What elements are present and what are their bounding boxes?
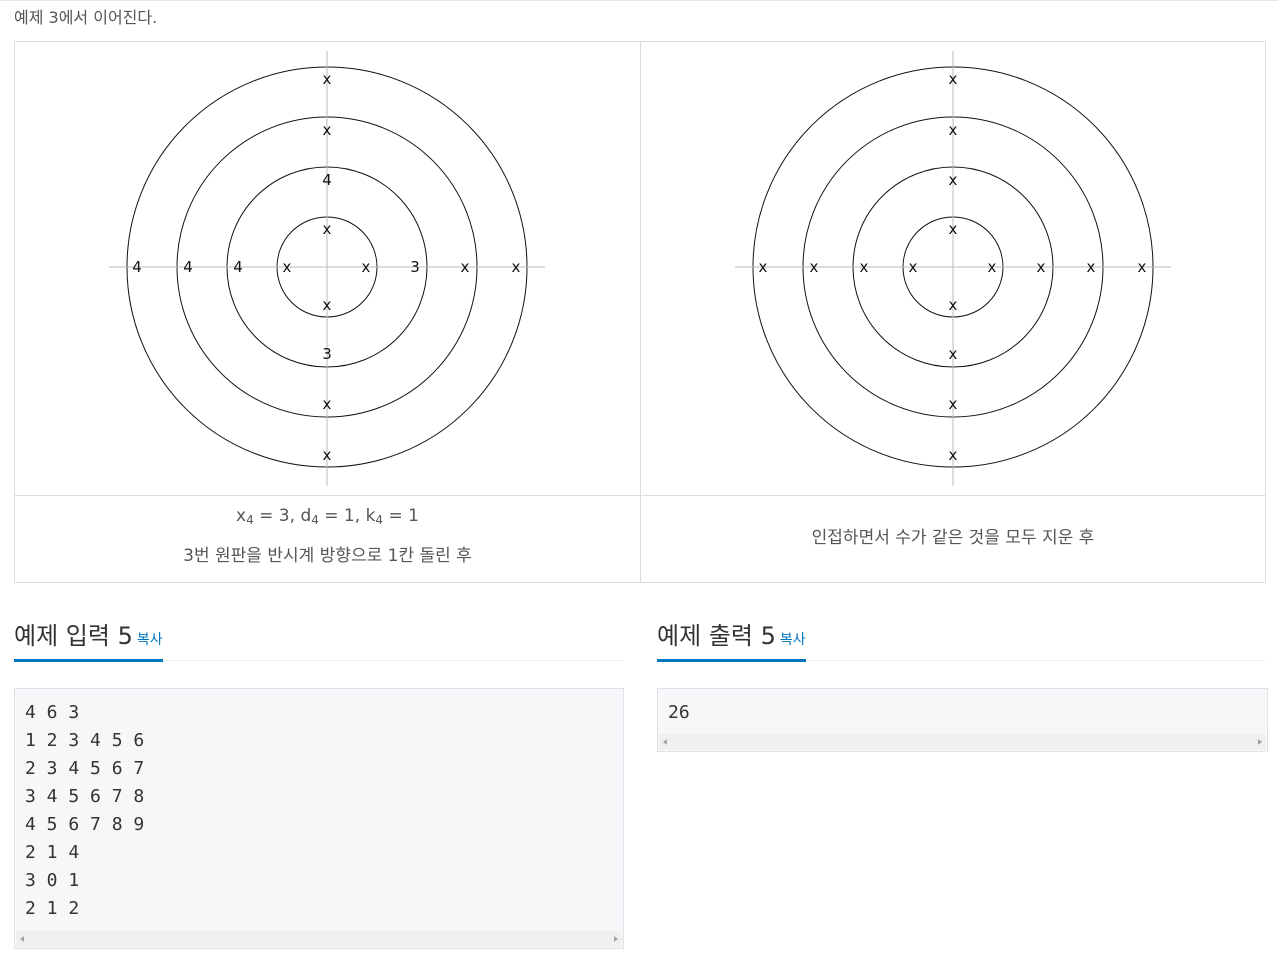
code-line: 3 0 1	[25, 870, 80, 891]
sample-output-title: 예제 출력 5	[657, 622, 776, 650]
header-title-group: 예제 입력 5 복사	[14, 616, 163, 662]
code-line: 1 2 3 4 5 6	[25, 730, 145, 751]
caption-description: 3번 원판을 반시계 방향으로 1칸 돌린 후	[183, 546, 472, 566]
sample-output-box[interactable]: 26	[657, 688, 1268, 752]
disc-value-label: x	[323, 395, 332, 413]
disc-value-label: x	[988, 258, 997, 276]
disc-value-label: x	[909, 258, 918, 276]
figure-cell-before: x 4 x x x 3 x x x 4 4 4 x 3 x x	[15, 42, 641, 495]
disc-figure-after: x x x x x x x x x x x x x x x x	[735, 51, 1171, 486]
disc-value-label: 4	[233, 258, 243, 276]
disc-value-label: x	[949, 296, 958, 314]
copy-output-button[interactable]: 복사	[780, 632, 806, 648]
disc-value-label: x	[362, 258, 371, 276]
code-line: 2 1 2	[25, 898, 80, 919]
caption-formula: x4 = 3, d4 = 1, k4 = 1	[236, 506, 419, 527]
sample-input-box[interactable]: 4 6 3 1 2 3 4 5 6 2 3 4 5 6 7 3 4 5 6 7 …	[14, 688, 624, 949]
disc-value-label: x	[759, 258, 768, 276]
disc-value-label: x	[860, 258, 869, 276]
caption-after: 인접하면서 수가 같은 것을 모두 지운 후	[641, 496, 1265, 583]
caption-row: x4 = 3, d4 = 1, k4 = 1 3번 원판을 반시계 방향으로 1…	[15, 495, 1265, 583]
disc-value-label: 4	[132, 258, 142, 276]
code-line: 26	[668, 702, 690, 723]
code-line: 2 1 4	[25, 842, 80, 863]
disc-value-label: x	[283, 258, 292, 276]
disc-value-label: x	[1037, 258, 1046, 276]
disc-value-label: x	[323, 70, 332, 88]
disc-value-label: x	[1087, 258, 1096, 276]
disc-value-label: 4	[183, 258, 193, 276]
caption-description: 인접하면서 수가 같은 것을 모두 지운 후	[811, 528, 1095, 548]
scroll-right-icon[interactable]	[614, 936, 618, 942]
scroll-left-icon[interactable]	[663, 739, 667, 745]
disc-figure-before: x 4 x x x 3 x x x 4 4 4 x 3 x x	[109, 51, 545, 486]
code-line: 3 4 5 6 7 8	[25, 786, 145, 807]
sample-output-lines: 26	[668, 701, 690, 729]
disc-value-label: x	[949, 220, 958, 238]
horizontal-scrollbar[interactable]	[659, 734, 1266, 750]
figure-table: x 4 x x x 3 x x x 4 4 4 x 3 x x x x x x x x x x x x x x x x x x x4 = 3…	[14, 41, 1266, 583]
disc-value-label: x	[323, 220, 332, 238]
scroll-right-icon[interactable]	[1258, 739, 1262, 745]
code-line: 4 6 3	[25, 702, 80, 723]
disc-value-label: x	[323, 296, 332, 314]
horizontal-scrollbar[interactable]	[16, 931, 622, 947]
sample-input-header: 예제 입력 5 복사	[14, 616, 623, 662]
disc-value-label: x	[810, 258, 819, 276]
disc-value-label: x	[323, 121, 332, 139]
disc-value-label: x	[461, 258, 470, 276]
disc-value-label: x	[949, 121, 958, 139]
disc-value-label: x	[949, 345, 958, 363]
code-line: 4 5 6 7 8 9	[25, 814, 145, 835]
disc-value-label: x	[949, 395, 958, 413]
top-divider	[0, 0, 1278, 1]
code-line: 2 3 4 5 6 7	[25, 758, 145, 779]
disc-value-label: 3	[410, 258, 420, 276]
sample-input-title: 예제 입력 5	[14, 622, 133, 650]
figure-cell-after: x x x x x x x x x x x x x x x x	[641, 42, 1265, 495]
header-title-group: 예제 출력 5 복사	[657, 616, 806, 662]
scroll-left-icon[interactable]	[20, 936, 24, 942]
disc-value-label: x	[1138, 258, 1147, 276]
copy-input-button[interactable]: 복사	[137, 632, 163, 648]
disc-value-label: x	[949, 70, 958, 88]
disc-value-label: x	[512, 258, 521, 276]
intro-text: 예제 3에서 이어진다.	[14, 8, 158, 27]
disc-value-label: 3	[322, 345, 332, 363]
disc-value-label: x	[323, 446, 332, 464]
caption-before: x4 = 3, d4 = 1, k4 = 1 3번 원판을 반시계 방향으로 1…	[15, 496, 641, 583]
disc-value-label: 4	[322, 171, 332, 189]
sample-input-lines: 4 6 3 1 2 3 4 5 6 2 3 4 5 6 7 3 4 5 6 7 …	[25, 701, 144, 925]
disc-value-label: x	[949, 171, 958, 189]
disc-value-label: x	[949, 446, 958, 464]
sample-output-header: 예제 출력 5 복사	[657, 616, 1266, 662]
